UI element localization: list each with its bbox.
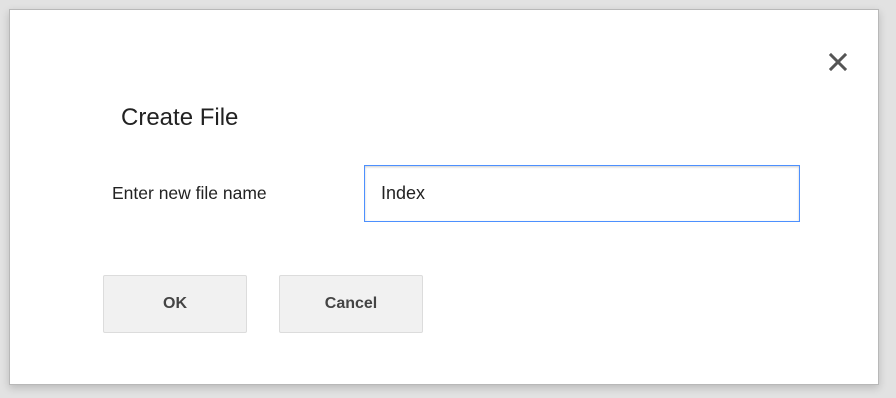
close-button[interactable]	[824, 48, 852, 76]
file-name-row: Enter new file name	[112, 165, 800, 222]
file-name-label: Enter new file name	[112, 183, 267, 203]
dialog-buttons: OK Cancel	[103, 275, 423, 333]
cancel-button[interactable]: Cancel	[279, 275, 423, 333]
ok-button[interactable]: OK	[103, 275, 247, 333]
close-icon	[829, 53, 847, 71]
file-name-input[interactable]	[364, 165, 800, 222]
dialog-title: Create File	[121, 104, 239, 131]
create-file-dialog: Create File Enter new file name OK Cance…	[9, 9, 879, 385]
